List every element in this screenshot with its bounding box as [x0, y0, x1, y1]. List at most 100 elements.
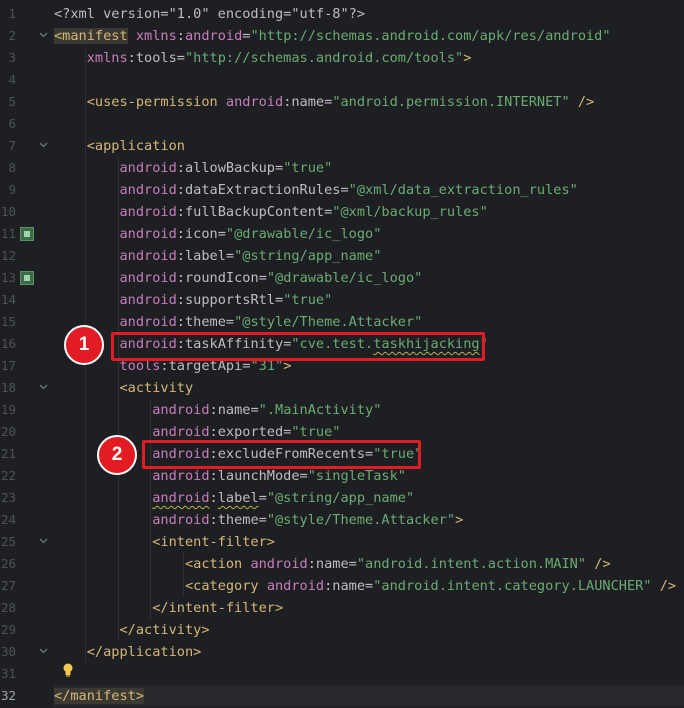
code-token: : [176, 204, 185, 220]
code-token: : [176, 226, 185, 242]
code-token: </application> [86, 644, 202, 660]
code-token: : [209, 490, 218, 506]
lightbulb-icon[interactable] [62, 663, 74, 677]
code-token: : [176, 270, 185, 286]
code-token: "android.intent.action.MAIN" [356, 556, 587, 572]
code-token: : [176, 182, 185, 198]
code-line[interactable]: <category android:name="android.intent.c… [54, 575, 684, 597]
code-token: = [258, 490, 267, 506]
code-line[interactable]: android:theme="@style/Theme.Attacker" [54, 311, 684, 333]
line-number: 2 [8, 28, 16, 43]
code-line[interactable]: <activity [54, 377, 684, 399]
line-number: 10 [0, 204, 16, 219]
line-number: 27 [0, 578, 16, 593]
code-token: : [209, 512, 218, 528]
line-number: 28 [0, 600, 16, 615]
code-token: : [176, 292, 185, 308]
code-line[interactable]: android:allowBackup="true" [54, 157, 684, 179]
code-token: : [209, 402, 218, 418]
code-line[interactable]: android:label="@string/app_name" [54, 487, 684, 509]
code-token: > [463, 50, 472, 66]
code-line[interactable]: xmlns:tools="http://schemas.android.com/… [54, 47, 684, 69]
chevron-down-icon[interactable] [38, 25, 48, 47]
line-number: 25 [0, 534, 16, 549]
code-token: <application [86, 138, 185, 154]
code-token: <?xml version="1.0" encoding="utf-8"?> [54, 6, 365, 22]
code-token: <uses-permission [86, 94, 218, 110]
code-token: exported [217, 424, 284, 440]
chevron-down-icon[interactable] [38, 135, 48, 157]
code-line[interactable]: android:theme="@style/Theme.Attacker"> [54, 509, 684, 531]
code-token: "@string/app_name" [234, 248, 382, 264]
code-line[interactable]: android:dataExtractionRules="@xml/data_e… [54, 179, 684, 201]
code-line[interactable]: <intent-filter> [54, 531, 684, 553]
code-token: label [184, 248, 226, 264]
code-line[interactable]: android:name=".MainActivity" [54, 399, 684, 421]
code-token: </activity> [119, 622, 210, 638]
line-number: 4 [8, 72, 16, 87]
code-token: android [184, 28, 243, 44]
code-token: "true" [291, 424, 341, 440]
annotation-badge-2: 2 [97, 435, 137, 475]
code-token: supportsRtl [184, 292, 275, 308]
code-line[interactable]: <manifest xmlns:android="http://schemas.… [54, 25, 684, 47]
code-token: = [340, 182, 349, 198]
code-line[interactable]: <action android:name="android.intent.act… [54, 553, 684, 575]
code-token: name [315, 556, 349, 572]
code-line[interactable]: <?xml version="1.0" encoding="utf-8"?> [54, 3, 684, 25]
code-token: "@xml/backup_rules" [332, 204, 488, 220]
code-token: = [348, 556, 357, 572]
chevron-down-icon[interactable] [38, 641, 48, 663]
code-token: ".MainActivity" [258, 402, 382, 418]
code-token: tools [135, 50, 177, 66]
code-line[interactable]: android:roundIcon="@drawable/ic_logo" [54, 267, 684, 289]
code-line[interactable] [54, 113, 684, 135]
code-token: : [209, 468, 218, 484]
code-token: /> [659, 578, 677, 594]
code-token: "singleTask" [307, 468, 406, 484]
line-number: 6 [8, 116, 16, 131]
line-number: 32 [0, 688, 16, 703]
code-token: = [176, 50, 185, 66]
code-line[interactable]: </activity> [54, 619, 684, 641]
code-line[interactable]: </intent-filter> [54, 597, 684, 619]
code-token: <manifest [54, 28, 128, 44]
image-resource-icon[interactable] [20, 227, 34, 241]
code-line[interactable]: android:fullBackupContent="@xml/backup_r… [54, 201, 684, 223]
code-token: android [119, 204, 177, 220]
code-token: : [176, 160, 185, 176]
code-line[interactable] [54, 69, 684, 91]
code-line[interactable]: android:icon="@drawable/ic_logo" [54, 223, 684, 245]
line-number: 24 [0, 512, 16, 527]
code-line[interactable]: android:label="@string/app_name" [54, 245, 684, 267]
code-token: > [455, 512, 464, 528]
code-token: android [152, 468, 210, 484]
code-line[interactable]: <application [54, 135, 684, 157]
code-token: = [225, 314, 235, 330]
code-line[interactable] [54, 663, 684, 685]
image-resource-icon[interactable] [20, 271, 34, 285]
chevron-down-icon[interactable] [38, 377, 48, 399]
code-token: : [176, 28, 185, 44]
code-token: = [365, 578, 374, 594]
line-number: 22 [0, 468, 16, 483]
line-number: 14 [0, 292, 16, 307]
chevron-down-icon[interactable] [38, 531, 48, 553]
code-line[interactable]: android:supportsRtl="true" [54, 289, 684, 311]
code-token: android [119, 292, 177, 308]
code-line[interactable]: </manifest> [54, 685, 684, 707]
code-line[interactable]: <uses-permission android:name="android.p… [54, 91, 684, 113]
code-token: android [119, 226, 177, 242]
code-token: = [258, 512, 267, 528]
code-token: "true" [283, 292, 333, 308]
code-line[interactable]: </application> [54, 641, 684, 663]
